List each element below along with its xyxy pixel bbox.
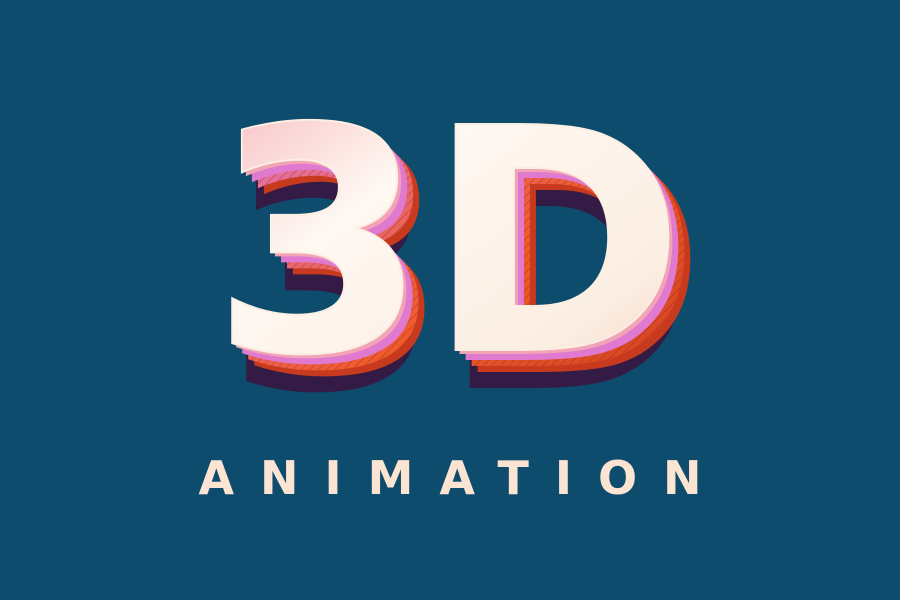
subtitle-animation: ANIMATION (198, 451, 728, 505)
poster: 3D 3D 3D 3D 3D 3D 3D ANIMATION (0, 0, 900, 600)
headline-face: 3D (211, 63, 684, 424)
headline-3d-artwork: 3D 3D 3D 3D 3D 3D 3D (210, 62, 706, 462)
